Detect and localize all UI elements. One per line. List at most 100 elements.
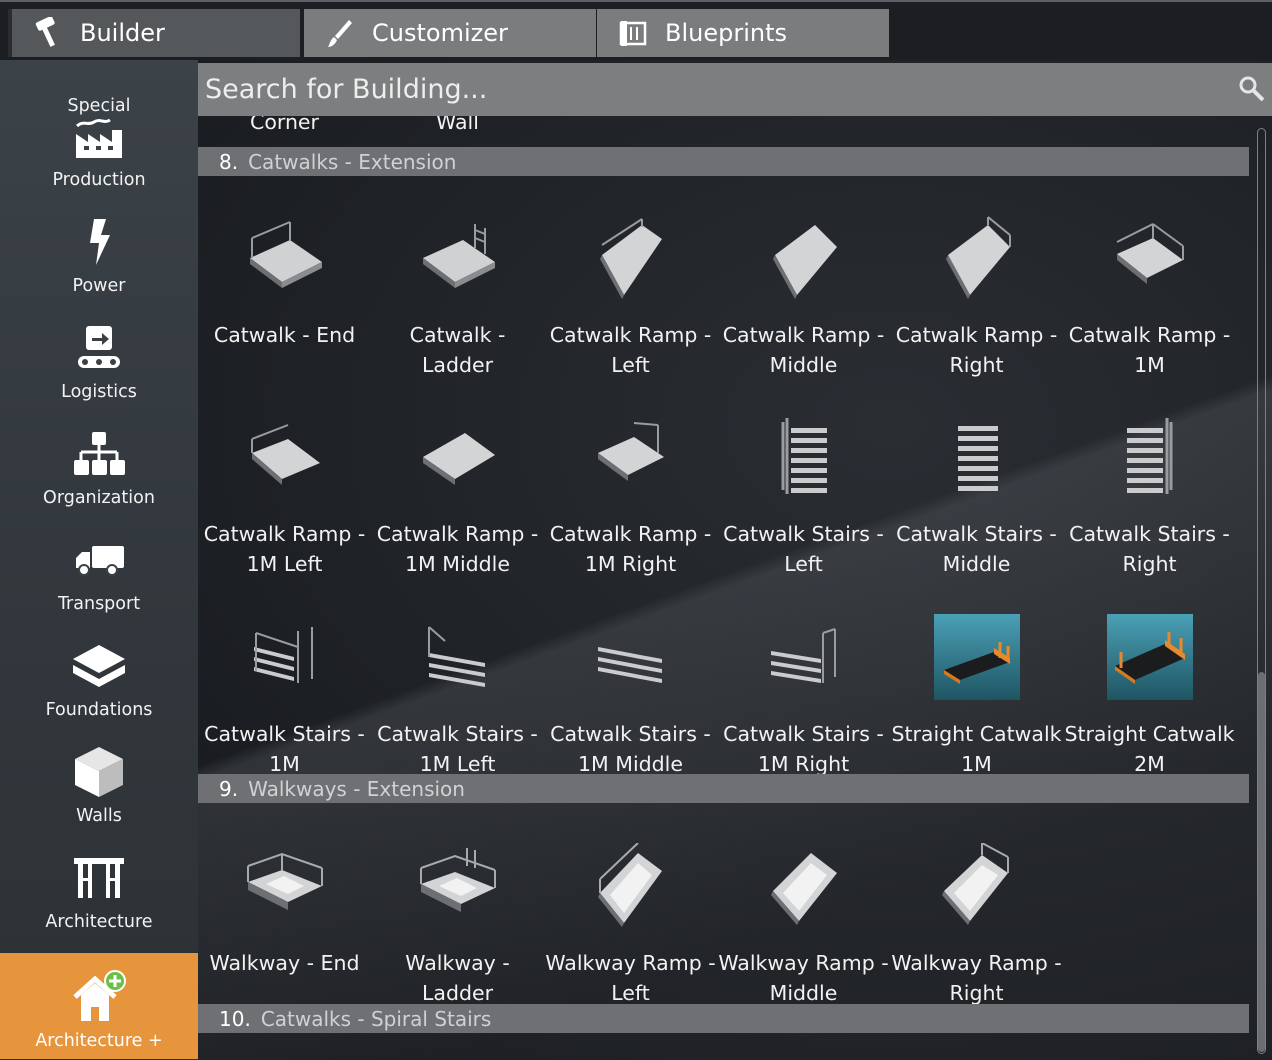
section-header: 8. Catwalks - Extension [198, 147, 1249, 176]
catwalk-stairs-right-icon [1104, 413, 1196, 501]
sidebar-item-architecture[interactable]: Architecture [0, 834, 198, 940]
sidebar-item-label: Production [52, 170, 146, 190]
building-item[interactable]: Catwalk Stairs - Right [1063, 413, 1236, 579]
straight-catwalk-2m-icon [1104, 613, 1196, 701]
building-item[interactable]: Catwalk Ramp - Left [544, 214, 717, 380]
building-item[interactable]: Catwalk Stairs - 1M Left [371, 613, 544, 779]
sidebar-item-label: Walls [76, 806, 122, 826]
sidebar-item-architecture-plus[interactable]: Architecture + [0, 953, 198, 1059]
building-item[interactable]: Catwalk Ramp - Right [890, 214, 1063, 380]
hammer-icon [28, 15, 68, 51]
building-item[interactable]: Straight Catwalk 2M [1063, 613, 1236, 779]
building-item-name: Walkway Ramp - Left [545, 951, 716, 1005]
building-item[interactable]: Catwalk Ramp - Middle [717, 214, 890, 380]
building-item-name: Catwalk Stairs - 1M [204, 722, 365, 776]
blueprint-icon [613, 15, 653, 51]
sidebar-item-organization[interactable]: Organization [0, 410, 198, 516]
section-number: 10. [219, 1006, 251, 1031]
item-label-partial[interactable]: Corner [198, 116, 371, 134]
catwalk-stairs-1m-right-icon [758, 613, 850, 701]
building-item[interactable]: Catwalk Ramp - 1M Middle [371, 413, 544, 579]
wall-cube-icon [69, 744, 129, 800]
building-item-name: Catwalk Ramp - 1M [1068, 323, 1231, 377]
building-item-name: Catwalk Ramp - 1M Left [203, 522, 366, 576]
sidebar-item-foundations[interactable]: Foundations [0, 622, 198, 728]
straight-catwalk-1m-icon [931, 613, 1023, 701]
building-item-name: Catwalk Stairs - Left [723, 522, 884, 576]
building-item-name: Catwalk Ramp - Middle [722, 323, 885, 377]
category-sidebar: Special Production Power Logistics Organ… [0, 60, 198, 1060]
building-item[interactable]: Catwalk - End [198, 214, 371, 350]
top-divider [0, 0, 1272, 2]
sidebar-item-label: Architecture [45, 912, 153, 932]
catwalk-ramp-left-icon [585, 214, 677, 302]
tab-blueprints[interactable]: Blueprints [597, 9, 889, 57]
catwalk-end-icon [239, 214, 331, 302]
scrollbar-thumb[interactable] [1258, 672, 1265, 1052]
section-header: 9. Walkways - Extension [198, 774, 1249, 803]
tab-customizer-label: Customizer [372, 19, 508, 47]
walkway-ramp-right-icon [931, 842, 1023, 930]
building-item[interactable]: Catwalk Stairs - Middle [890, 413, 1063, 579]
tab-blueprints-label: Blueprints [665, 19, 788, 47]
building-item-name: Catwalk Ramp - 1M Right [549, 522, 712, 576]
building-item[interactable]: Catwalk Stairs - 1M Middle [544, 613, 717, 779]
walkway-ramp-left-icon [585, 842, 677, 930]
catwalk-stairs-left-icon [758, 413, 850, 501]
building-item-name: Straight Catwalk 1M [891, 722, 1062, 776]
sidebar-item-power[interactable]: Power [0, 198, 198, 304]
sidebar-item-label: Logistics [61, 382, 137, 402]
building-item[interactable]: Walkway - Ladder [371, 842, 544, 1008]
catwalk-ramp-1m-middle-icon [412, 413, 504, 501]
building-item[interactable]: Catwalk Stairs - Left [717, 413, 890, 579]
walkway-ladder-icon [412, 842, 504, 930]
truck-icon [69, 532, 129, 588]
building-list: Corner Wall 8. Catwalks - Extension Catw… [198, 116, 1254, 1060]
section-number: 8. [219, 149, 239, 174]
building-item-name: Catwalk Stairs - Right [1069, 522, 1230, 576]
sidebar-item-walls[interactable]: Walls [0, 728, 198, 834]
building-item[interactable]: Catwalk Ramp - 1M Left [198, 413, 371, 579]
catwalk-stairs-1m-icon [239, 613, 331, 701]
building-item[interactable]: Straight Catwalk 1M [890, 613, 1063, 779]
building-item-name: Catwalk - End [213, 323, 356, 347]
brush-icon [320, 15, 360, 51]
sidebar-item-logistics[interactable]: Logistics [0, 304, 198, 410]
section-title: Catwalks - Extension [248, 149, 457, 174]
catwalk-stairs-1m-middle-icon [585, 613, 677, 701]
building-item[interactable]: Catwalk Ramp - 1M [1063, 214, 1236, 380]
building-item-name: Walkway - Ladder [405, 951, 510, 1005]
walkway-ramp-middle-icon [758, 842, 850, 930]
walkway-end-icon [239, 842, 331, 930]
tab-builder[interactable]: Builder [8, 9, 300, 57]
item-label-partial[interactable]: Wall [371, 116, 544, 134]
building-item[interactable]: Catwalk Ramp - 1M Right [544, 413, 717, 579]
building-item[interactable]: Catwalk - Ladder [371, 214, 544, 380]
sidebar-item-label: Organization [43, 488, 155, 508]
catwalk-ramp-1m-left-icon [239, 413, 331, 501]
scaffold-icon [69, 850, 129, 906]
building-item[interactable]: Catwalk Stairs - 1M Right [717, 613, 890, 779]
search-icon[interactable] [1238, 75, 1266, 103]
building-item[interactable]: Walkway Ramp - Left [544, 842, 717, 1008]
building-item-name: Catwalk Ramp - Right [895, 323, 1058, 377]
lightning-icon [69, 214, 129, 270]
tab-builder-label: Builder [80, 19, 165, 47]
building-item[interactable]: Walkway Ramp - Middle [717, 842, 890, 1008]
building-item-name: Catwalk - Ladder [409, 323, 506, 377]
tab-customizer[interactable]: Customizer [304, 9, 596, 57]
building-item-name: Walkway - End [209, 951, 360, 975]
building-item-name: Straight Catwalk 2M [1064, 722, 1235, 776]
building-item[interactable]: Catwalk Stairs - 1M [198, 613, 371, 779]
house-plus-icon [69, 969, 129, 1025]
catwalk-ramp-1m-icon [1104, 214, 1196, 302]
building-item-name: Catwalk Ramp - Left [549, 323, 712, 377]
catwalk-ladder-icon [412, 214, 504, 302]
sidebar-item-label: Power [72, 276, 126, 296]
sidebar-item-production[interactable]: Production [0, 92, 198, 198]
building-item[interactable]: Walkway Ramp - Right [890, 842, 1063, 1008]
building-item-name: Catwalk Stairs - 1M Right [723, 722, 884, 776]
building-item[interactable]: Walkway - End [198, 842, 371, 978]
sidebar-item-transport[interactable]: Transport [0, 516, 198, 622]
search-input[interactable] [198, 63, 1218, 116]
